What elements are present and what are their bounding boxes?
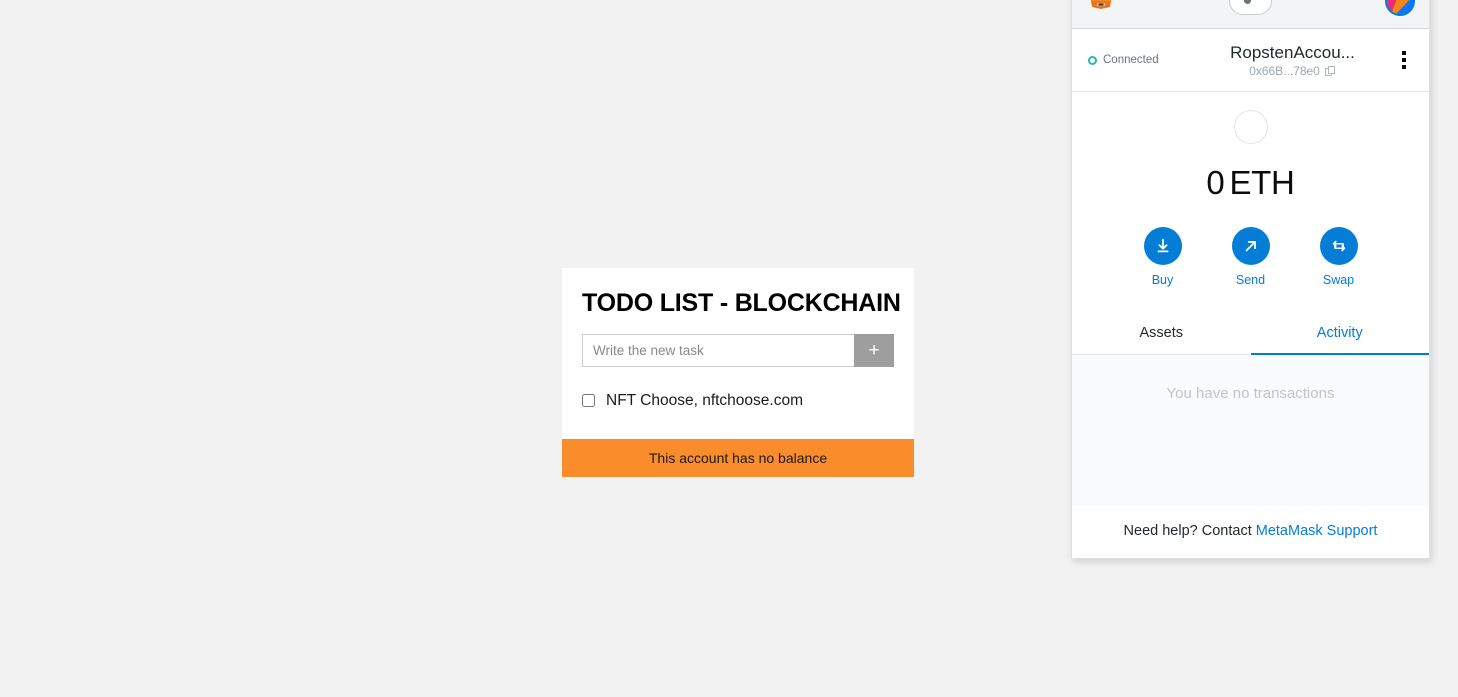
- connection-status: Connected: [1088, 54, 1192, 66]
- new-task-input[interactable]: [582, 333, 854, 367]
- network-status-dot-icon: [1244, 0, 1251, 4]
- no-balance-banner: This account has no balance: [562, 438, 914, 478]
- task-checkbox[interactable]: [582, 394, 595, 408]
- kebab-dot-1: [1402, 51, 1406, 55]
- network-selector[interactable]: [1229, 0, 1272, 15]
- kebab-dot-2: [1402, 58, 1406, 62]
- todo-app-card: TODO LIST - BLOCKCHAIN + NFT Choose, nft…: [562, 268, 914, 478]
- connection-status-label: Connected: [1103, 54, 1159, 66]
- account-address: 0x66B...78e0: [1249, 64, 1320, 79]
- account-avatar[interactable]: [1385, 0, 1415, 16]
- swap-button[interactable]: Swap: [1311, 227, 1367, 287]
- send-label: Send: [1235, 273, 1266, 287]
- page-title: TODO LIST - BLOCKCHAIN: [582, 289, 901, 317]
- download-icon: [1143, 227, 1182, 265]
- wallet-tabs: Assets Activity: [1072, 313, 1429, 355]
- account-name[interactable]: RopstenAccou...: [1192, 42, 1393, 63]
- balance-section: 0 ETH: [1072, 92, 1429, 199]
- support-footer: Need help? Contact MetaMask Support: [1072, 506, 1429, 558]
- send-button[interactable]: Send: [1223, 227, 1279, 287]
- connected-dot-icon: [1088, 55, 1097, 65]
- balance-amount: 0: [1206, 164, 1225, 201]
- kebab-dot-3: [1402, 65, 1406, 69]
- token-logo-icon: [1233, 110, 1268, 144]
- balance-display: 0 ETH: [1072, 166, 1429, 199]
- task-label: NFT Choose, nftchoose.com: [606, 391, 803, 409]
- swap-icon: [1319, 227, 1358, 265]
- account-options-menu-icon[interactable]: [1393, 47, 1415, 73]
- task-list: NFT Choose, nftchoose.com: [582, 389, 894, 413]
- tab-assets[interactable]: Assets: [1072, 313, 1251, 354]
- balance-unit: ETH: [1229, 164, 1295, 201]
- tab-activity[interactable]: Activity: [1250, 313, 1430, 355]
- swap-label: Swap: [1322, 273, 1355, 287]
- account-identity: RopstenAccou... 0x66B...78e0: [1192, 42, 1393, 78]
- metamask-fox-logo-icon: [1086, 0, 1116, 15]
- metamask-appbar: [1072, 0, 1429, 29]
- buy-button[interactable]: Buy: [1135, 227, 1191, 287]
- todo-app-body: TODO LIST - BLOCKCHAIN + NFT Choose, nft…: [562, 268, 914, 439]
- account-actions: Buy Send Swap: [1072, 227, 1429, 287]
- metamask-panel: Connected RopstenAccou... 0x66B...78e0 0…: [1071, 0, 1430, 559]
- add-task-button[interactable]: +: [854, 333, 894, 367]
- empty-transactions-message: You have no transactions: [1166, 384, 1335, 402]
- buy-label: Buy: [1151, 273, 1174, 287]
- account-address-row[interactable]: 0x66B...78e0: [1192, 64, 1393, 78]
- copy-icon[interactable]: [1324, 65, 1336, 77]
- arrow-up-right-icon: [1231, 227, 1270, 265]
- activity-tab-panel: You have no transactions Need help? Cont…: [1072, 354, 1429, 558]
- support-prefix: Need help? Contact: [1123, 523, 1252, 539]
- account-header: Connected RopstenAccou... 0x66B...78e0: [1072, 29, 1429, 92]
- metamask-support-link[interactable]: MetaMask Support: [1256, 523, 1378, 539]
- list-item[interactable]: NFT Choose, nftchoose.com: [582, 389, 894, 413]
- new-task-form: +: [582, 333, 894, 367]
